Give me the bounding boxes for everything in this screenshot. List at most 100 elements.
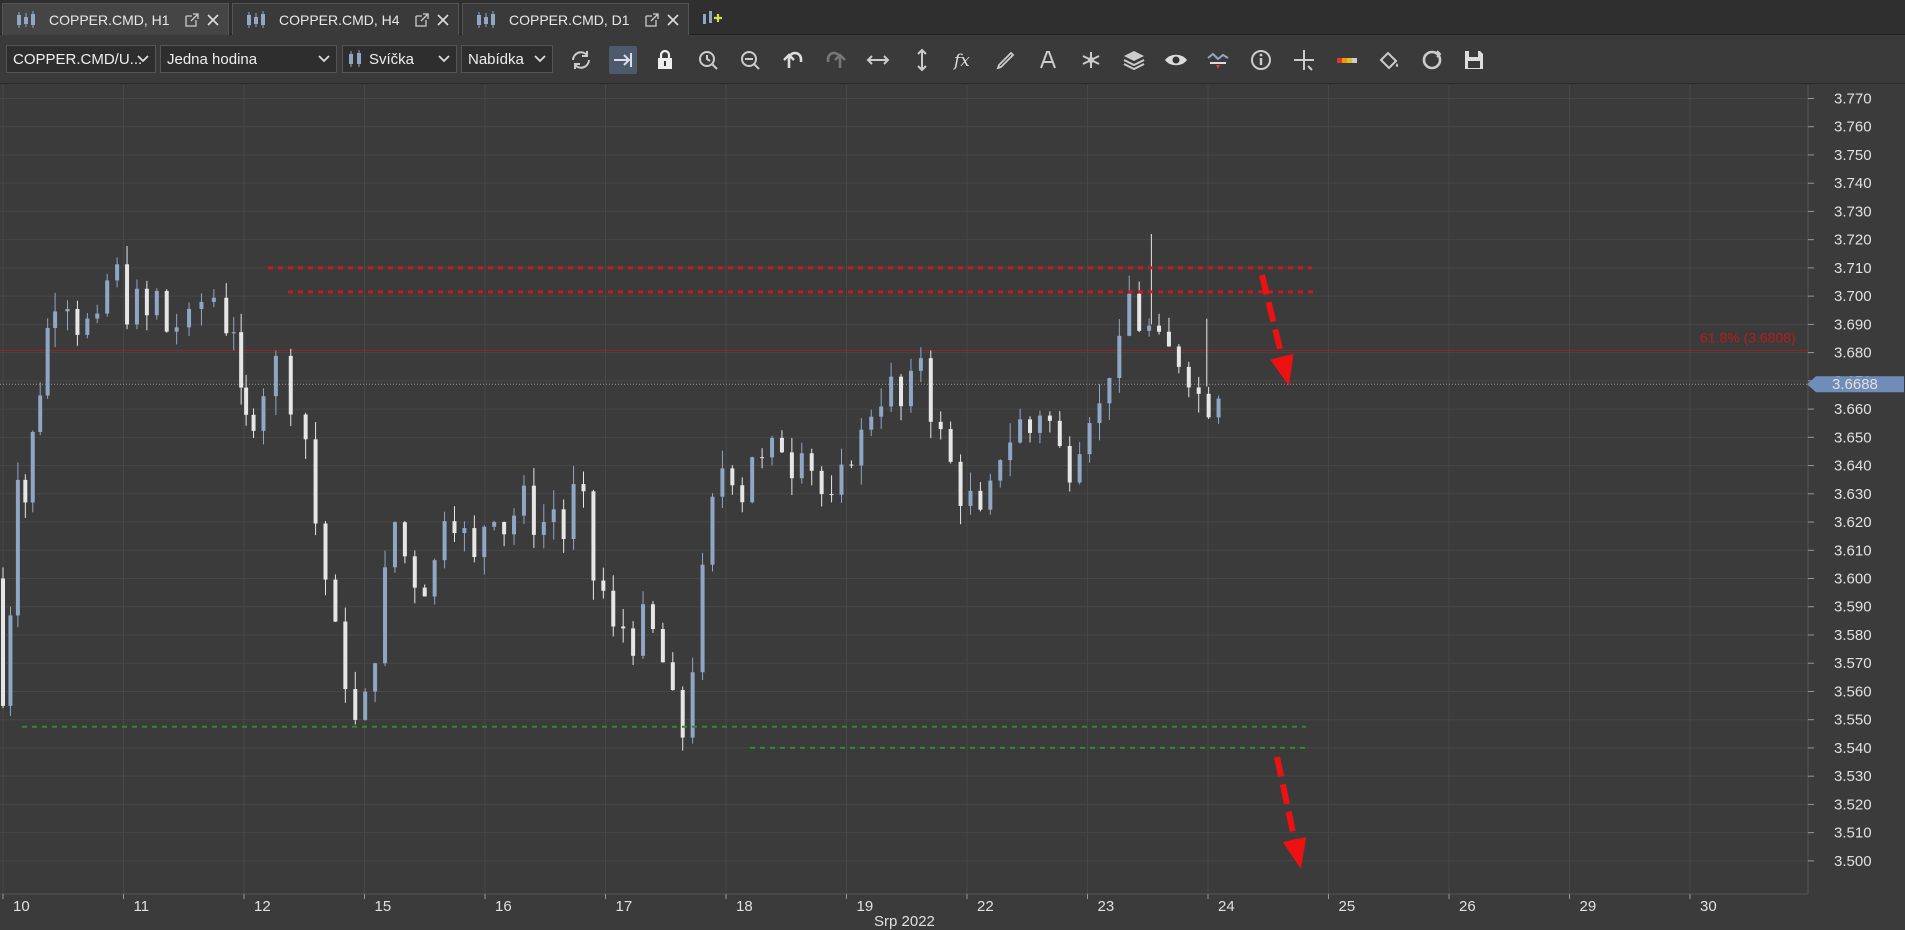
candle-body: [8, 615, 13, 706]
price-tick-label: 3.520: [1834, 796, 1872, 813]
price-tick-label: 3.700: [1834, 288, 1872, 305]
candle-body: [373, 663, 378, 692]
tab-copper-h4[interactable]: COPPER.CMD, H4: [232, 3, 459, 35]
price-tick-label: 3.770: [1834, 90, 1872, 107]
candle-body: [928, 358, 933, 422]
refresh-icon[interactable]: [567, 46, 595, 74]
zoom-out-icon[interactable]: [736, 46, 764, 74]
time-tick-label: 23: [1098, 898, 1115, 915]
price-tick-label: 3.550: [1834, 712, 1872, 729]
candlestick-icon: [349, 50, 361, 67]
candle-body: [1008, 442, 1013, 461]
candle-body: [1117, 335, 1122, 379]
candle-body: [1, 578, 5, 706]
time-axis-title: Srp 2022: [874, 913, 935, 930]
close-icon[interactable]: [666, 13, 680, 27]
new-chart-icon[interactable]: [700, 6, 724, 30]
candle-body: [239, 332, 244, 388]
candlestick-icon: [247, 10, 265, 28]
autoshift-icon[interactable]: [609, 46, 637, 74]
candle-body: [1097, 403, 1102, 424]
theme-colors-icon[interactable]: [1333, 46, 1361, 74]
detach-window-icon[interactable]: [414, 12, 430, 28]
candle-body: [1157, 325, 1162, 332]
candle-body: [85, 318, 90, 335]
candle-body: [164, 290, 169, 332]
pattern-tool-icon[interactable]: [1077, 46, 1105, 74]
candle-body: [531, 485, 536, 535]
candle-body: [211, 297, 216, 302]
candle-body: [343, 621, 348, 690]
close-icon[interactable]: [436, 13, 450, 27]
price-tick-label: 3.570: [1834, 655, 1872, 672]
price-tick-label: 3.710: [1834, 260, 1872, 277]
time-tick-label: 24: [1218, 898, 1235, 915]
time-tick-label: 17: [616, 898, 633, 915]
price-tick-label: 3.590: [1834, 599, 1872, 616]
candle-body: [889, 376, 894, 407]
candle-body: [670, 662, 675, 691]
pencil-draw-icon[interactable]: [992, 46, 1020, 74]
instrument-select[interactable]: COPPER.CMD/U...: [6, 45, 156, 73]
price-chart[interactable]: 3.770 3.760 3.750 3.740 3.730 3.720 3.710 3.700…: [0, 85, 1905, 930]
candle-body: [988, 480, 993, 510]
fit-vertical-icon[interactable]: [908, 46, 936, 74]
indicator-fx-icon[interactable]: fx: [950, 46, 978, 74]
fit-horizontal-icon[interactable]: [864, 46, 892, 74]
tab-copper-d1[interactable]: COPPER.CMD, D1: [462, 3, 689, 35]
info-icon[interactable]: [1247, 46, 1275, 74]
candle-body: [611, 590, 616, 627]
undo-icon[interactable]: [779, 46, 807, 74]
chevron-down-icon: [137, 55, 149, 63]
chevron-down-icon: [438, 55, 450, 63]
candle-body: [288, 355, 293, 415]
candle-body: [187, 308, 192, 328]
candle-body: [948, 429, 953, 462]
redo-icon[interactable]: [822, 46, 850, 74]
offer-side-select[interactable]: Nabídka: [461, 45, 553, 73]
candle-body: [968, 490, 973, 506]
chart-canvas[interactable]: 3.770 3.760 3.750 3.740 3.730 3.720 3.710 3.700…: [0, 85, 1905, 930]
chart-type-select[interactable]: Svíčka: [342, 45, 457, 73]
time-axis[interactable]: [0, 894, 1905, 930]
price-tick-label: 3.600: [1834, 571, 1872, 588]
candle-body: [273, 355, 278, 397]
tab-bar: COPPER.CMD, H1 COPPER.CMD, H4 COPPER.CMD…: [0, 0, 1905, 35]
candle-body: [422, 587, 427, 597]
candle-body: [998, 460, 1003, 481]
candle-body: [541, 522, 546, 535]
candle-body: [75, 308, 80, 335]
time-tick-label: 11: [134, 898, 150, 915]
candle-body: [95, 313, 100, 319]
visibility-eye-icon[interactable]: [1162, 46, 1190, 74]
candle-body: [442, 521, 447, 561]
lock-icon[interactable]: [651, 46, 679, 74]
close-icon[interactable]: [206, 13, 220, 27]
fill-paint-icon[interactable]: [1375, 46, 1403, 74]
candle-body: [472, 528, 477, 558]
text-tool-icon[interactable]: [1035, 46, 1063, 74]
time-tick-label: 19: [857, 898, 874, 915]
detach-window-icon[interactable]: [644, 12, 660, 28]
price-tick-label: 3.620: [1834, 514, 1872, 531]
candle-body: [601, 580, 606, 591]
candle-body: [392, 522, 397, 568]
save-icon[interactable]: [1460, 46, 1488, 74]
detach-window-icon[interactable]: [184, 12, 200, 28]
alert-icon[interactable]: [1204, 46, 1232, 74]
period-select[interactable]: Jedna hodina: [160, 45, 337, 73]
candle-body: [660, 628, 665, 663]
price-tick-label: 3.560: [1834, 683, 1872, 700]
tab-label: COPPER.CMD, D1: [509, 11, 630, 28]
candle-body: [261, 396, 266, 431]
layers-icon[interactable]: [1120, 46, 1148, 74]
candle-body: [383, 567, 388, 664]
plot-area[interactable]: [0, 85, 1808, 894]
candle-body: [779, 437, 784, 453]
crosshair-icon[interactable]: [1290, 46, 1318, 74]
loop-icon[interactable]: [1418, 46, 1446, 74]
time-tick-label: 18: [736, 898, 753, 915]
zoom-time-icon[interactable]: [694, 46, 722, 74]
price-tick-label: 3.500: [1834, 853, 1872, 870]
tab-copper-h1[interactable]: COPPER.CMD, H1: [2, 3, 229, 35]
